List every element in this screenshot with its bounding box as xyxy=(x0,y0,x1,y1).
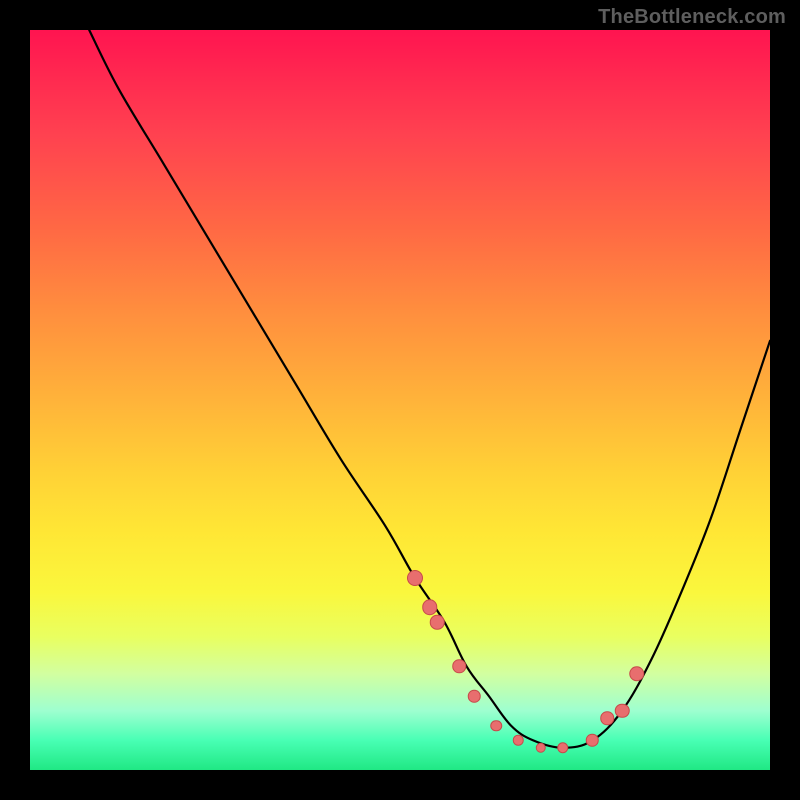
scatter-dot xyxy=(430,615,445,630)
scatter-dot xyxy=(407,570,423,586)
scatter-dot xyxy=(600,711,614,725)
plot-area xyxy=(30,30,770,770)
scatter-dot xyxy=(615,704,630,719)
scatter-dot xyxy=(422,599,438,615)
scatter-dot xyxy=(513,735,524,746)
scatter-layer xyxy=(30,30,770,770)
scatter-dot xyxy=(629,666,645,682)
scatter-dot xyxy=(557,742,569,754)
scatter-dot xyxy=(452,660,466,674)
scatter-dot xyxy=(490,720,502,732)
scatter-dot xyxy=(586,734,599,747)
chart-frame: TheBottleneck.com xyxy=(0,0,800,800)
watermark-text: TheBottleneck.com xyxy=(598,6,786,29)
scatter-dot xyxy=(468,690,481,703)
scatter-dot xyxy=(535,743,546,754)
